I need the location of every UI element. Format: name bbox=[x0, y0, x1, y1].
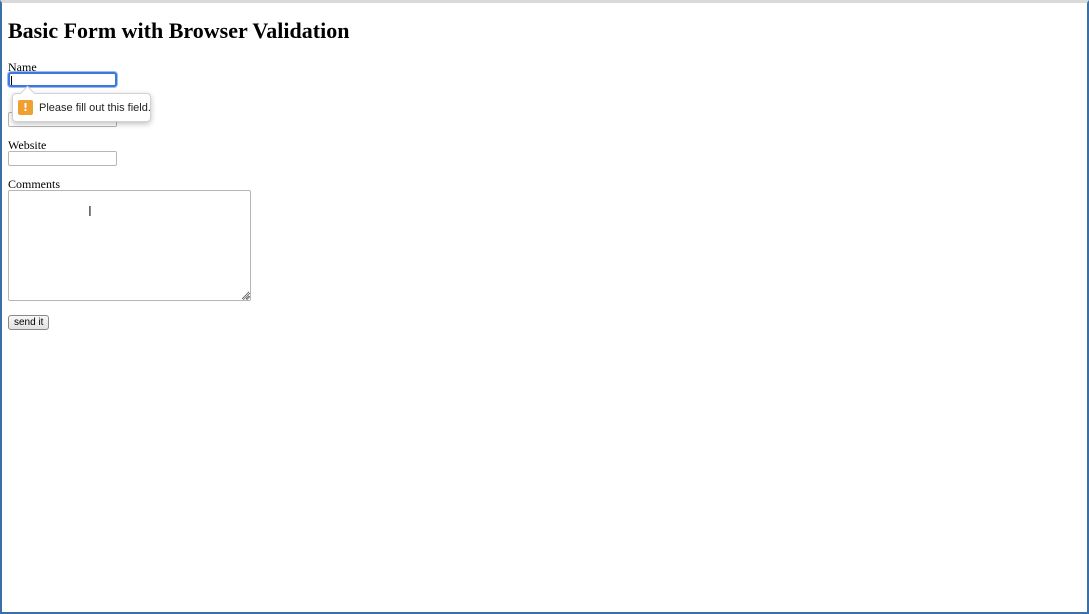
page-body: Basic Form with Browser Validation Name … bbox=[8, 0, 1089, 614]
send-button[interactable]: send it bbox=[8, 315, 50, 330]
warning-icon: ! bbox=[18, 100, 33, 115]
resize-grip-icon[interactable] bbox=[243, 293, 250, 300]
validation-message: Please fill out this field. bbox=[39, 101, 151, 114]
text-caret bbox=[11, 76, 12, 85]
comments-label: Comments bbox=[8, 177, 61, 191]
comments-textarea[interactable] bbox=[8, 190, 251, 301]
validation-tooltip: ! Please fill out this field. bbox=[12, 93, 151, 122]
name-field[interactable] bbox=[8, 72, 117, 87]
text-cursor-icon: I bbox=[88, 205, 92, 220]
page-title: Basic Form with Browser Validation bbox=[8, 18, 350, 43]
website-label: Website bbox=[8, 138, 47, 152]
website-field[interactable] bbox=[8, 151, 117, 166]
